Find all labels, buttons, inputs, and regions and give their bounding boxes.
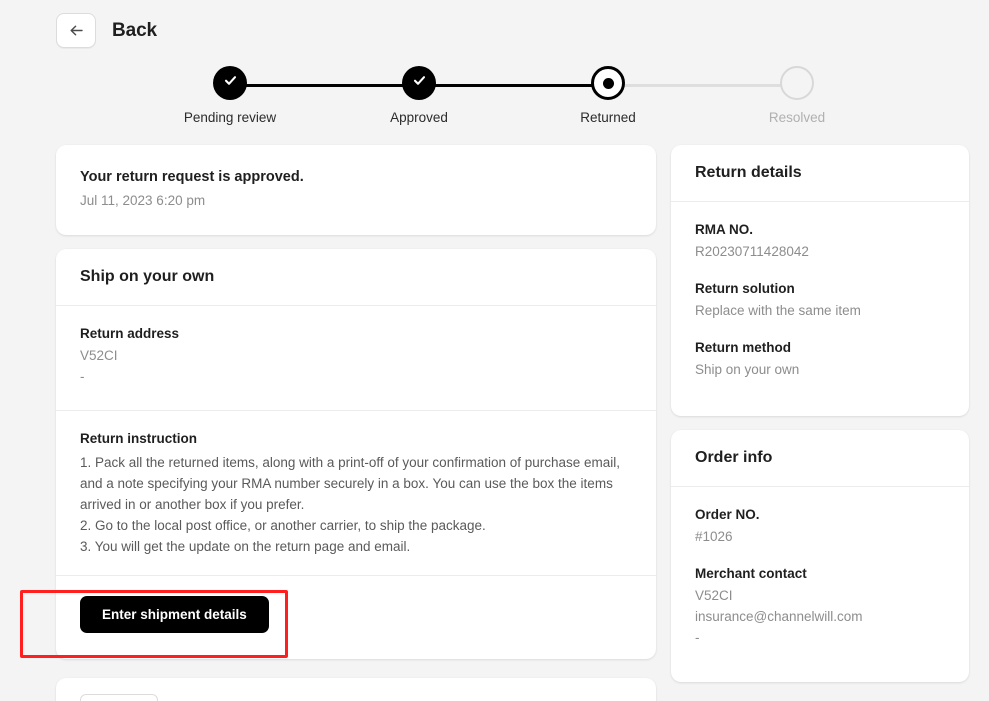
merchant-phone: - — [695, 629, 700, 645]
return-method-value: Ship on your own — [695, 361, 800, 377]
order-number-value: #1026 — [695, 529, 733, 544]
check-icon — [222, 72, 239, 94]
stepper-label: Resolved — [768, 110, 826, 125]
step-circle-todo — [780, 66, 814, 100]
merchant-email: insurance@channelwill.com — [695, 608, 863, 624]
return-solution-label: Return solution — [695, 280, 795, 296]
return-address-name: V52CI — [80, 348, 118, 363]
enter-shipment-details-button[interactable]: Enter shipment details — [80, 596, 269, 634]
rma-number-value: R20230711428042 — [695, 244, 809, 259]
page-title: Back — [112, 19, 158, 41]
order-info-title: Order info — [695, 449, 773, 466]
stepper-label: Pending review — [183, 110, 277, 125]
return-method-field: Return method Ship on your own — [695, 340, 945, 381]
return-solution-value: Replace with the same item — [695, 302, 861, 318]
step-circle-done — [213, 66, 247, 100]
stepper-label: Approved — [390, 110, 448, 125]
return-address-section: Return address V52CI - — [56, 306, 656, 410]
approval-timestamp: Jul 11, 2023 6:20 pm — [80, 193, 206, 208]
stepper-connector-2 — [419, 84, 608, 87]
step-circle-done — [402, 66, 436, 100]
return-instruction-section: Return instruction 1. Pack all the retur… — [56, 411, 656, 576]
return-details-title: Return details — [695, 164, 802, 181]
page-header: Back — [56, 13, 157, 48]
return-instruction-step-3: 3. You will get the update on the return… — [80, 538, 411, 554]
arrow-left-icon — [68, 22, 85, 39]
check-icon — [411, 72, 428, 94]
return-method-label: Return method — [695, 339, 791, 355]
return-instruction-step-1: 1. Pack all the returned items, along wi… — [80, 454, 621, 512]
merchant-name: V52CI — [695, 587, 733, 603]
step-circle-current — [591, 66, 625, 100]
page-root: Back Pending review Approved Returned Re… — [0, 0, 989, 701]
stepper-label: Returned — [580, 110, 636, 125]
card-chip-placeholder[interactable] — [80, 694, 158, 701]
back-button[interactable] — [56, 13, 96, 48]
return-details-body: RMA NO. R20230711428042 Return solution … — [671, 202, 969, 403]
rma-number-field: RMA NO. R20230711428042 — [695, 222, 945, 263]
merchant-contact-label: Merchant contact — [695, 565, 807, 581]
next-section-card-partial — [56, 678, 656, 701]
ship-card-title: Ship on your own — [80, 268, 215, 285]
return-instruction-step-2: 2. Go to the local post office, or anoth… — [80, 517, 486, 533]
order-info-body: Order NO. #1026 Merchant contact V52CI i… — [671, 487, 969, 671]
progress-stepper: Pending review Approved Returned Resolve… — [150, 66, 870, 136]
ship-on-your-own-card: Ship on your own Return address V52CI - … — [56, 249, 656, 659]
return-address-line2: - — [80, 368, 85, 384]
order-number-label: Order NO. — [695, 507, 760, 522]
merchant-contact-field: Merchant contact V52CI insurance@channel… — [695, 566, 945, 649]
approval-notice-card: Your return request is approved. Jul 11,… — [56, 145, 656, 235]
return-address-label: Return address — [80, 326, 180, 341]
approval-title: Your return request is approved. — [80, 169, 304, 185]
stepper-connector-1 — [230, 84, 419, 87]
order-info-card: Order info Order NO. #1026 Merchant cont… — [671, 430, 969, 682]
order-number-field: Order NO. #1026 — [695, 507, 945, 548]
rma-number-label: RMA NO. — [695, 222, 753, 237]
return-solution-field: Return solution Replace with the same it… — [695, 281, 945, 322]
return-instruction-label: Return instruction — [80, 430, 197, 446]
shipment-action-section: Enter shipment details — [56, 576, 656, 653]
current-step-dot-icon — [602, 77, 614, 89]
stepper-connector-3 — [608, 84, 797, 87]
return-details-card: Return details RMA NO. R20230711428042 R… — [671, 145, 969, 416]
